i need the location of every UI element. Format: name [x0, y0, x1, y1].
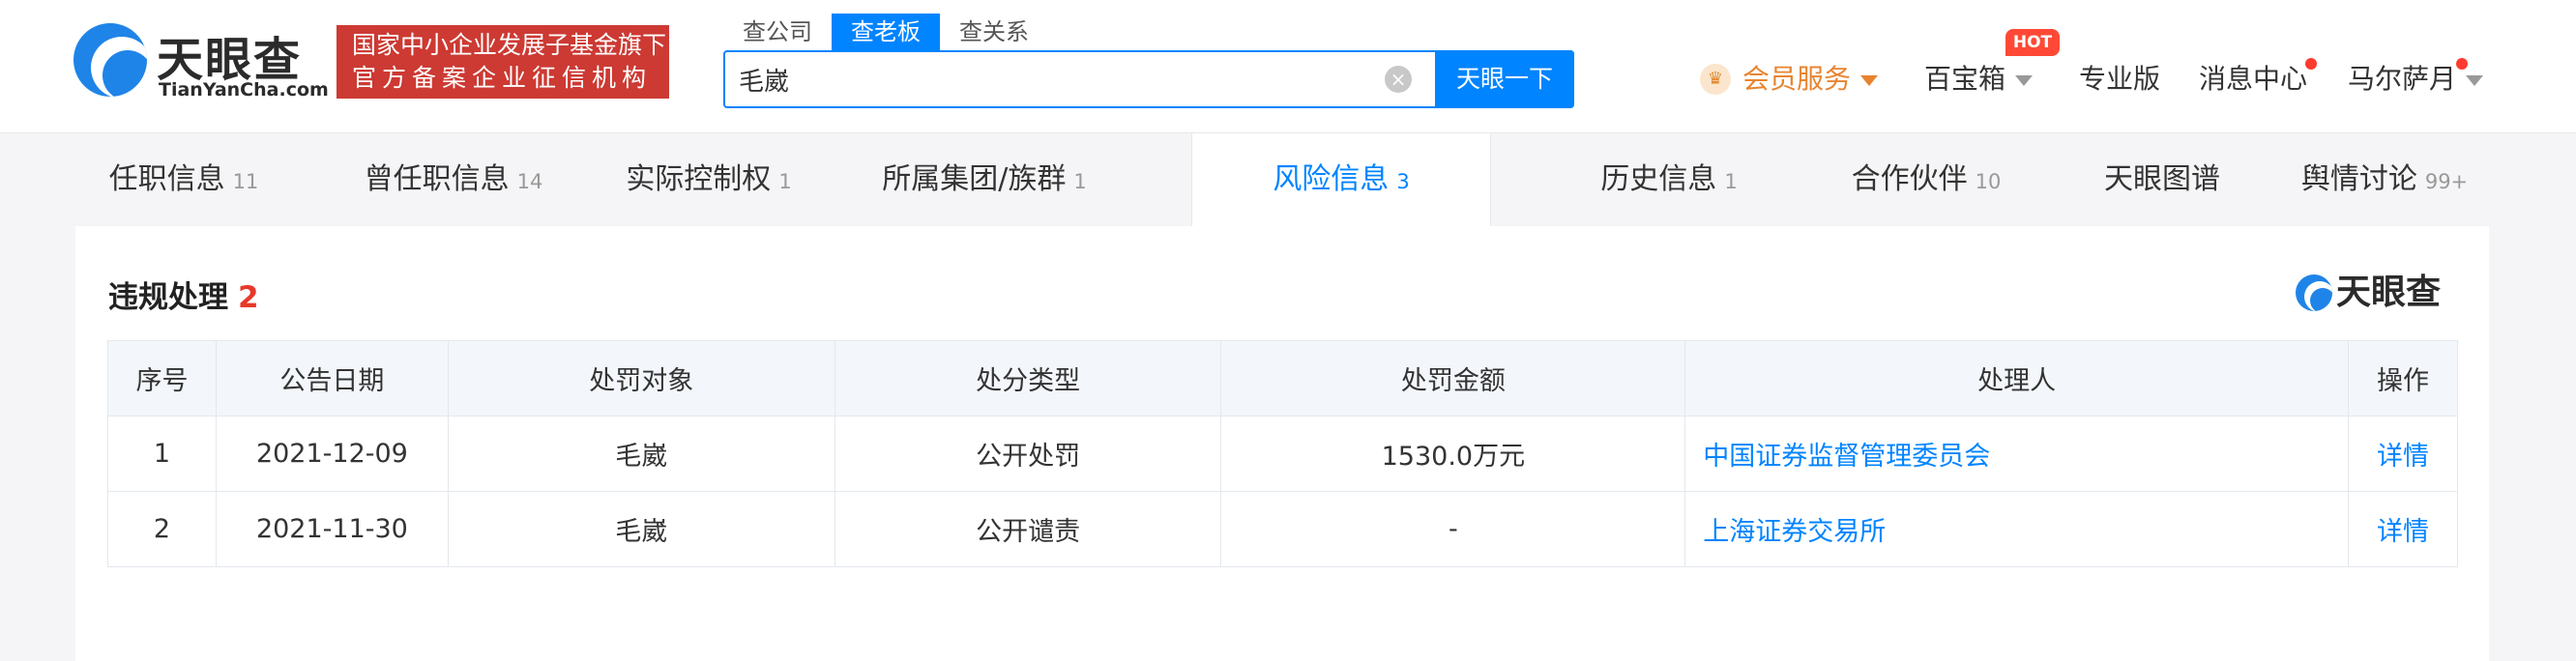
tab-count: 99+	[2424, 170, 2469, 193]
tab-positions[interactable]: 任职信息 11	[75, 133, 292, 226]
tab-actual-control[interactable]: 实际控制权 1	[592, 133, 826, 226]
baibao-menu[interactable]: 百宝箱	[1924, 58, 2034, 101]
search-type-tabs: 查公司 查老板 查关系	[723, 14, 1048, 50]
tab-count: 1	[1073, 170, 1087, 193]
crown-icon: ♛	[1700, 64, 1731, 95]
cell-date: 2021-11-30	[215, 491, 449, 567]
tab-label: 任职信息	[108, 162, 225, 196]
tab-label: 风险信息	[1273, 162, 1390, 196]
handler-link[interactable]: 上海证券交易所	[1703, 517, 1886, 547]
cell-action: 详情	[2347, 491, 2459, 567]
brand-watermark-logo: 天眼查	[2296, 271, 2456, 315]
cell-index: 2	[107, 491, 217, 567]
baibao-label: 百宝箱	[1924, 63, 2006, 95]
vip-service-label: 会员服务	[1742, 63, 1852, 95]
cell-type: 公开谴责	[834, 491, 1222, 567]
tab-former-positions[interactable]: 曾任职信息 14	[329, 133, 578, 226]
section-title: 违规处理 2	[108, 273, 259, 316]
col-index: 序号	[107, 340, 217, 417]
col-date: 公告日期	[215, 340, 449, 417]
tab-count: 14	[516, 170, 543, 193]
tab-label: 合作伙伴	[1851, 162, 1968, 196]
vip-service-menu[interactable]: ♛ 会员服务	[1700, 58, 1884, 101]
message-unread-dot	[2305, 58, 2317, 70]
brand-mark-icon	[2296, 274, 2332, 311]
tab-label: 所属集团/族群	[882, 162, 1067, 196]
site-logo[interactable]: 天眼查 TianYanCha.com	[73, 21, 329, 102]
message-center-link[interactable]: 消息中心	[2199, 58, 2307, 101]
clear-icon[interactable]: ×	[1385, 66, 1412, 93]
fund-badge-line-1: 国家中小企业发展子基金旗下	[352, 31, 667, 59]
violation-table: 序号 公告日期 处罚对象 处分类型 处罚金额 处理人 操作 1 2021-12-…	[107, 340, 2459, 567]
search-input[interactable]	[739, 52, 1396, 106]
tab-history[interactable]: 历史信息 1	[1541, 133, 1797, 226]
tab-public-opinion[interactable]: 舆情讨论 99+	[2280, 133, 2489, 226]
cell-date: 2021-12-09	[215, 416, 449, 492]
col-handler: 处理人	[1684, 340, 2349, 417]
search-tab-company[interactable]: 查公司	[723, 14, 832, 50]
cell-amount: -	[1220, 491, 1686, 567]
risk-panel: 违规处理 2 天眼查 序号 公告日期 处罚对象 处分类型 处罚金额 处理人 操作 …	[75, 226, 2489, 661]
tab-group[interactable]: 所属集团/族群 1	[839, 133, 1129, 226]
tab-count: 11	[232, 170, 259, 193]
tab-label: 舆情讨论	[2300, 162, 2417, 196]
tab-count: 3	[1396, 170, 1410, 193]
tab-count: 1	[778, 170, 792, 193]
detail-link[interactable]: 详情	[2377, 442, 2429, 472]
col-target: 处罚对象	[447, 340, 835, 417]
tab-partners[interactable]: 合作伙伴 10	[1793, 133, 2060, 226]
tab-risk-info[interactable]: 风险信息 3	[1191, 133, 1491, 226]
search-box: × 天眼一下	[723, 50, 1574, 108]
user-name: 马尔萨月	[2348, 63, 2457, 95]
section-title-text: 违规处理	[108, 280, 228, 315]
search-tab-relation[interactable]: 查关系	[940, 14, 1048, 50]
chevron-down-icon	[1860, 74, 1879, 86]
top-header: 天眼查 TianYanCha.com 国家中小企业发展子基金旗下 官方备案企业征…	[0, 0, 2576, 133]
tab-label: 天眼图谱	[2104, 162, 2220, 196]
section-count: 2	[238, 280, 259, 315]
logo-mark-icon	[73, 23, 147, 97]
tab-graph[interactable]: 天眼图谱	[2060, 133, 2265, 226]
hot-badge: HOT	[2005, 29, 2060, 56]
col-type: 处分类型	[834, 340, 1222, 417]
user-unread-dot	[2456, 58, 2468, 70]
cell-handler: 中国证券监督管理委员会	[1684, 416, 2349, 492]
profile-tab-bar: 任职信息 11 曾任职信息 14 实际控制权 1 所属集团/族群 1 风险信息 3 历史信…	[75, 133, 2489, 226]
cell-amount: 1530.0万元	[1220, 416, 1686, 492]
fund-badge-line-2: 官方备案企业征信机构	[352, 64, 653, 92]
pro-version-link[interactable]: 专业版	[2079, 58, 2160, 101]
cell-target: 毛崴	[447, 491, 835, 567]
tab-count: 1	[1724, 170, 1738, 193]
cell-handler: 上海证券交易所	[1684, 491, 2349, 567]
brand-text: 天眼查	[2336, 273, 2442, 312]
handler-link[interactable]: 中国证券监督管理委员会	[1703, 442, 1990, 472]
tab-count: 10	[1975, 170, 2002, 193]
cell-type: 公开处罚	[834, 416, 1222, 492]
col-amount: 处罚金额	[1220, 340, 1686, 417]
cell-target: 毛崴	[447, 416, 835, 492]
search-button[interactable]: 天眼一下	[1435, 50, 1574, 108]
detail-link[interactable]: 详情	[2377, 517, 2429, 547]
tab-label: 历史信息	[1600, 162, 1717, 196]
search-tab-boss[interactable]: 查老板	[832, 14, 940, 50]
logo-subtext: TianYanCha.com	[159, 79, 329, 101]
col-action: 操作	[2347, 340, 2459, 417]
chevron-down-icon	[2466, 74, 2484, 86]
table-row: 2 2021-11-30 毛崴 公开谴责 - 上海证券交易所 详情	[107, 491, 2459, 567]
tab-label: 实际控制权	[626, 162, 772, 196]
cell-action: 详情	[2347, 416, 2459, 492]
fund-badge: 国家中小企业发展子基金旗下 官方备案企业征信机构	[337, 25, 669, 99]
table-row: 1 2021-12-09 毛崴 公开处罚 1530.0万元 中国证券监督管理委员…	[107, 416, 2459, 492]
table-header-row: 序号 公告日期 处罚对象 处分类型 处罚金额 处理人 操作	[107, 340, 2459, 417]
cell-index: 1	[107, 416, 217, 492]
tab-label: 曾任职信息	[364, 162, 510, 196]
chevron-down-icon	[2015, 74, 2034, 86]
